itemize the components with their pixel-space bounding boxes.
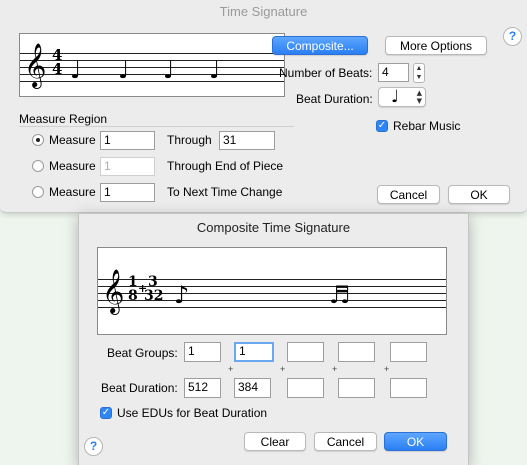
beat-group-field-5[interactable] bbox=[390, 342, 427, 362]
ok-button[interactable]: OK bbox=[448, 185, 510, 204]
cancel-button[interactable]: Cancel bbox=[377, 185, 440, 204]
beat-group-field-2[interactable]: 1 bbox=[234, 342, 274, 362]
measure-through-radio[interactable] bbox=[32, 134, 44, 146]
beat-group-field-3[interactable] bbox=[287, 342, 324, 362]
time-sig-bottom: 4 bbox=[52, 60, 63, 78]
more-options-button[interactable]: More Options bbox=[385, 36, 487, 55]
dialog-title: Composite Time Signature bbox=[196, 220, 351, 235]
use-edus-label: Use EDUs for Beat Duration bbox=[117, 406, 268, 420]
beat-duration-field-2[interactable]: 384 bbox=[234, 378, 271, 398]
beat-duration-label: Beat Duration: bbox=[101, 381, 178, 395]
quarter-note-icon: ♩ bbox=[209, 56, 221, 84]
time-sig-bottom-2: 32 bbox=[144, 288, 164, 304]
measure-next-change-field[interactable]: 1 bbox=[100, 183, 155, 202]
measure-end-field[interactable]: 31 bbox=[219, 131, 275, 150]
time-sig-bottom-1: 8 bbox=[128, 288, 138, 304]
measure-start-field[interactable]: 1 bbox=[100, 131, 155, 150]
beat-duration-field-4[interactable] bbox=[338, 378, 375, 398]
number-of-beats-field[interactable]: 4 bbox=[378, 63, 409, 82]
time-signature-dialog: Time Signature 𝄞 4 4 ♩ ♩ ♩ ♩ Composite..… bbox=[0, 0, 527, 213]
next-time-change-radio[interactable] bbox=[32, 186, 44, 198]
popup-arrows-icon: ▲ ▼ bbox=[416, 89, 422, 105]
composite-button[interactable]: Composite... bbox=[272, 36, 368, 55]
dotted-sixteenth-note-icon: ♬ bbox=[329, 281, 351, 309]
beat-duration-field-3[interactable] bbox=[287, 378, 324, 398]
number-of-beats-label: Number of Beats: bbox=[279, 66, 373, 80]
time-sig-top-2: 3 bbox=[148, 274, 158, 290]
number-of-beats-stepper[interactable]: ▲ ▼ bbox=[413, 63, 425, 83]
beat-duration-field-5[interactable] bbox=[390, 378, 427, 398]
staff-preview: 𝄞 4 4 ♩ ♩ ♩ ♩ bbox=[19, 33, 285, 97]
beat-duration-field-1[interactable]: 512 bbox=[184, 378, 221, 398]
use-edus-checkbox[interactable]: ✓ bbox=[100, 407, 112, 419]
through-label: Through bbox=[167, 133, 212, 147]
measure-label: Measure bbox=[49, 159, 96, 173]
quarter-note-icon: ♩ bbox=[391, 87, 400, 107]
composite-time-signature-dialog: Composite Time Signature 𝄞 1 8 + 3 32 ♪ … bbox=[78, 213, 469, 465]
measure-end-of-piece-field[interactable]: 1 bbox=[100, 157, 155, 176]
plus-sign: + bbox=[228, 364, 234, 374]
beat-duration-popup[interactable]: ♩ ▲ ▼ bbox=[378, 87, 426, 107]
treble-clef-icon: 𝄞 bbox=[102, 269, 125, 313]
measure-region-label: Measure Region bbox=[19, 112, 108, 126]
help-icon[interactable]: ? bbox=[84, 437, 103, 456]
ok-button[interactable]: OK bbox=[384, 432, 447, 451]
quarter-note-icon: ♩ bbox=[163, 56, 175, 84]
dialog-title: Time Signature bbox=[219, 4, 308, 19]
plus-sign: + bbox=[280, 364, 286, 374]
beat-groups-label: Beat Groups: bbox=[107, 346, 178, 360]
through-end-radio[interactable] bbox=[32, 160, 44, 172]
beat-group-field-4[interactable] bbox=[338, 342, 375, 362]
quarter-note-icon: ♩ bbox=[118, 56, 130, 84]
beat-duration-label: Beat Duration: bbox=[296, 92, 373, 106]
measure-label: Measure bbox=[49, 185, 96, 199]
treble-clef-icon: 𝄞 bbox=[24, 43, 47, 87]
quarter-note-icon: ♩ bbox=[70, 56, 82, 84]
rebar-label: Rebar Music bbox=[393, 119, 461, 133]
plus-sign: + bbox=[332, 364, 338, 374]
through-end-label: Through End of Piece bbox=[167, 159, 284, 173]
beat-group-field-1[interactable]: 1 bbox=[184, 342, 221, 362]
plus-sign: + bbox=[384, 364, 390, 374]
time-sig-top-1: 1 bbox=[128, 274, 138, 290]
cancel-button[interactable]: Cancel bbox=[314, 432, 377, 451]
clear-button[interactable]: Clear bbox=[244, 432, 306, 451]
next-time-change-label: To Next Time Change bbox=[167, 185, 283, 199]
measure-label: Measure bbox=[49, 133, 96, 147]
rebar-checkbox[interactable]: ✓ bbox=[376, 120, 388, 132]
composite-staff-preview: 𝄞 1 8 + 3 32 ♪ ♬ bbox=[97, 247, 447, 335]
eighth-note-icon: ♪ bbox=[174, 281, 190, 309]
help-icon[interactable]: ? bbox=[503, 27, 522, 46]
